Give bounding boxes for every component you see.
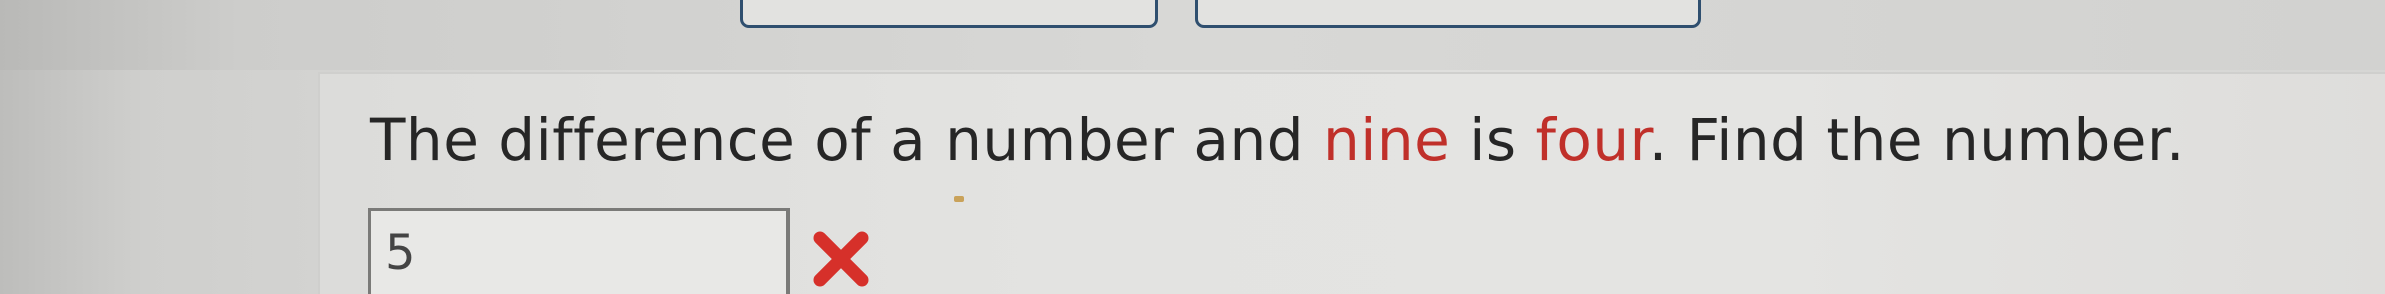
top-toolbar	[0, 0, 2385, 70]
x-mark-icon	[813, 231, 869, 287]
question-text-part3: . Find the number.	[1648, 106, 2185, 174]
question-text-part1: The difference of a number and	[370, 106, 1323, 174]
answer-input[interactable]: 5	[368, 208, 790, 294]
question-text: The difference of a number and nine is f…	[370, 102, 2185, 178]
answer-value: 5	[385, 225, 416, 281]
top-button-right[interactable]	[1195, 0, 1701, 28]
cursor-speck	[954, 196, 964, 202]
highlighted-term-four: four	[1535, 106, 1649, 174]
question-text-part2: is	[1450, 106, 1536, 174]
top-button-left[interactable]	[740, 0, 1158, 28]
highlighted-term-nine: nine	[1322, 106, 1451, 174]
screen: The difference of a number and nine is f…	[0, 0, 2385, 294]
